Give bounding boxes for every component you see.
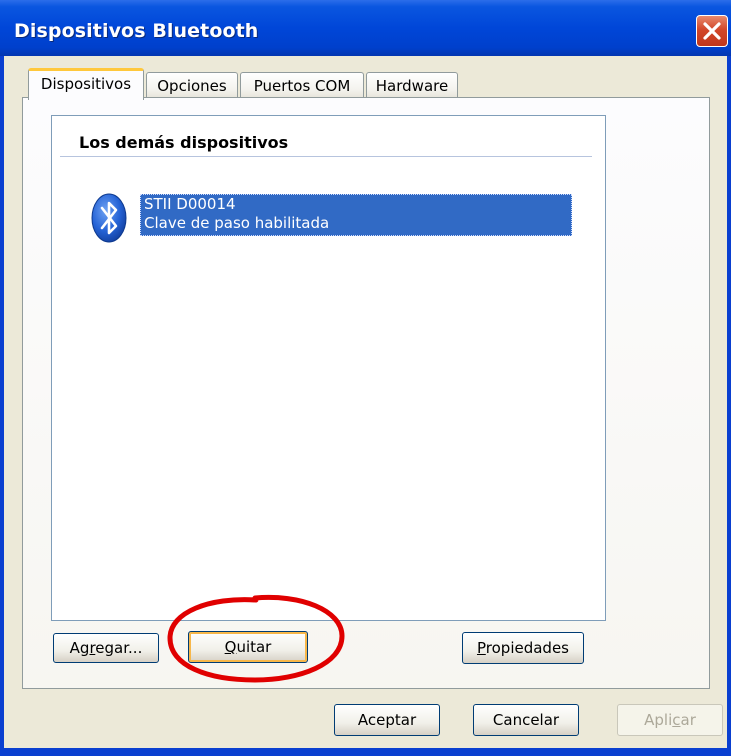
- cancel-button[interactable]: Cancelar: [473, 704, 579, 736]
- ok-button[interactable]: Aceptar: [334, 704, 440, 736]
- apply-button[interactable]: Aplicar: [617, 704, 723, 736]
- device-list[interactable]: [51, 115, 606, 621]
- remove-button[interactable]: Quitar: [188, 631, 308, 663]
- device-group-header: Los demás dispositivos: [79, 133, 289, 152]
- close-button[interactable]: [696, 15, 728, 47]
- tab-label: Puertos COM: [253, 77, 351, 95]
- tab-hardware[interactable]: Hardware: [366, 72, 458, 100]
- properties-button[interactable]: Propiedades: [462, 632, 584, 664]
- apply-button-label: Aplicar: [644, 711, 696, 729]
- close-icon: [703, 22, 721, 40]
- device-name: STII D00014: [144, 195, 236, 213]
- ok-button-label: Aceptar: [357, 711, 417, 729]
- window-frame-bottom: [0, 748, 731, 756]
- title-bar[interactable]: Dispositivos Bluetooth: [0, 0, 731, 56]
- cancel-button-label: Cancelar: [492, 711, 560, 729]
- group-divider: [60, 156, 592, 157]
- add-button-label: Agregar...: [69, 639, 143, 657]
- tab-label: Hardware: [375, 77, 449, 95]
- tab-opciones[interactable]: Opciones: [146, 72, 238, 100]
- tab-label: Opciones: [157, 77, 227, 95]
- tab-dispositivos[interactable]: Dispositivos: [28, 68, 144, 100]
- device-item-stii-d00014[interactable]: STII D00014 Clave de paso habilitada: [140, 194, 572, 236]
- remove-button-label: Quitar: [224, 638, 272, 656]
- window-title: Dispositivos Bluetooth: [14, 20, 259, 42]
- tab-puertos-com[interactable]: Puertos COM: [240, 72, 364, 100]
- bluetooth-icon[interactable]: [90, 192, 128, 244]
- properties-button-label: Propiedades: [476, 639, 569, 657]
- device-status: Clave de paso habilitada: [144, 214, 330, 232]
- bluetooth-devices-dialog: Dispositivos Bluetooth Dispositivos Opci…: [0, 0, 731, 756]
- tab-label: Dispositivos: [40, 75, 132, 93]
- window-frame-right: [727, 56, 731, 756]
- window-frame-left: [0, 56, 4, 756]
- add-button[interactable]: Agregar...: [53, 633, 159, 663]
